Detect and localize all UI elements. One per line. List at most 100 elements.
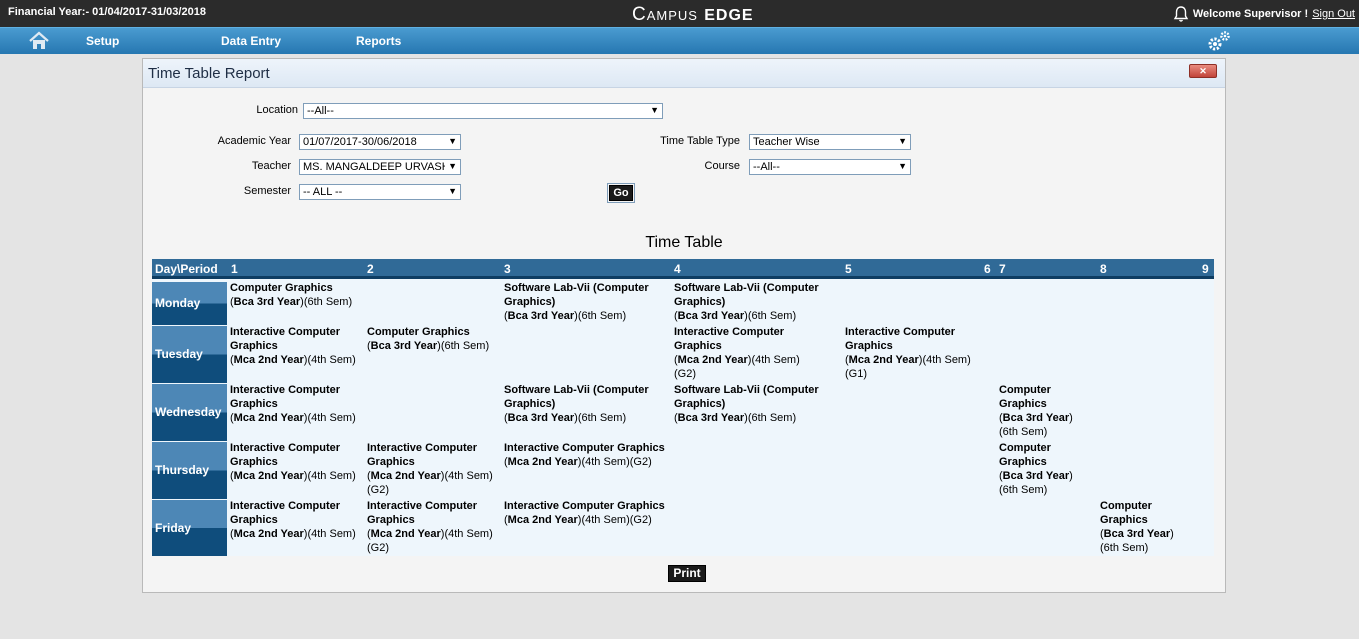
subject: Computer Graphics — [999, 442, 1051, 468]
semester: (4th Sem) — [444, 470, 493, 482]
academic-year-value: 01/07/2017-30/06/2018 — [303, 136, 417, 148]
time-table-body: Monday Tuesday Wednesday Thursday Friday… — [152, 279, 1214, 556]
home-icon[interactable] — [28, 31, 50, 51]
subject: Software Lab-Vii (Computer Graphics) — [504, 384, 649, 410]
dropdown-arrow-icon: ▼ — [448, 186, 457, 196]
subject: Interactive Computer Graphics — [845, 326, 956, 352]
semester: (6th Sem) — [440, 340, 490, 352]
time-table-type-value: Teacher Wise — [753, 136, 820, 148]
day-cell-thursday: Thursday — [152, 441, 227, 499]
dropdown-arrow-icon: ▼ — [448, 161, 457, 171]
subject: Interactive Computer Graphics — [367, 500, 478, 526]
semester: (4th Sem) — [751, 354, 800, 366]
class-year: Mca 2nd Year — [677, 354, 748, 366]
academic-year-select[interactable]: 01/07/2017-30/06/2018 ▼ — [299, 134, 461, 150]
close-icon: ✕ — [1199, 66, 1207, 76]
class-year: Bca 3rd Year — [677, 412, 745, 424]
class-year: Bca 3rd Year — [370, 340, 438, 352]
day-label: Thursday — [155, 463, 210, 477]
nav-reports[interactable]: Reports — [356, 34, 401, 48]
class-year: Bca 3rd Year — [1002, 470, 1070, 482]
header-period-1: 1 — [231, 262, 238, 276]
welcome-text: Welcome Supervisor ! — [1192, 8, 1309, 20]
day-label: Monday — [155, 296, 201, 310]
course-label: Course — [704, 160, 740, 172]
semester: (4th Sem) — [307, 354, 356, 366]
day-label: Tuesday — [155, 347, 203, 361]
semester: (4th Sem) — [444, 528, 493, 540]
subject: Software Lab-Vii (Computer Graphics) — [504, 282, 649, 308]
subject: Computer Graphics — [999, 384, 1051, 410]
location-select[interactable]: --All-- ▼ — [303, 103, 663, 119]
subject: Interactive Computer Graphics — [230, 326, 341, 352]
class-year: Bca 3rd Year — [233, 296, 301, 308]
class-entry: Interactive Computer Graphics (Mca 2nd Ye… — [230, 384, 356, 424]
semester: (6th Sem) — [577, 412, 627, 424]
time-table-report-panel: Time Table Report ✕ Location --All-- ▼ Ac… — [142, 58, 1226, 593]
subject: Interactive Computer Graphics — [504, 442, 665, 454]
print-button[interactable]: Print — [668, 565, 706, 582]
semester-value: -- ALL -- — [303, 186, 343, 198]
class-year: Mca 2nd Year — [507, 456, 578, 468]
header-period-3: 3 — [504, 262, 511, 276]
sign-out-link[interactable]: Sign Out — [1312, 8, 1355, 20]
settings-gear-icon[interactable] — [1207, 29, 1233, 53]
subject: Interactive Computer Graphics — [230, 500, 341, 526]
bell-icon[interactable] — [1173, 5, 1189, 23]
class-entry: Interactive Computer Graphics (Mca 2nd Ye… — [230, 326, 356, 366]
class-entry: Interactive Computer Graphics (Mca 2nd Ye… — [504, 500, 665, 526]
academic-year-label: Academic Year — [217, 135, 291, 147]
semester-label: Semester — [243, 185, 291, 197]
course-select[interactable]: --All-- ▼ — [749, 159, 911, 175]
subject: Software Lab-Vii (Computer Graphics) — [674, 282, 819, 308]
class-entry: Computer Graphics(Bca 3rd Year)(6th Sem) — [999, 384, 1073, 438]
go-button[interactable]: Go — [607, 183, 635, 203]
teacher-select[interactable]: MS. MANGALDEEP URVASHI ▼ — [299, 159, 461, 175]
subject: Interactive Computer Graphics — [230, 442, 341, 468]
class-entry: Computer Graphics(Bca 3rd Year)(6th Sem) — [999, 442, 1073, 496]
header-period-4: 4 — [674, 262, 681, 276]
nav-setup[interactable]: Setup — [86, 34, 119, 48]
class-entry: Interactive Computer Graphics (Mca 2nd Ye… — [230, 500, 356, 540]
class-year: Mca 2nd Year — [848, 354, 919, 366]
nav-data-entry[interactable]: Data Entry — [221, 34, 281, 48]
semester: (4th Sem) — [581, 456, 630, 468]
day-cell-wednesday: Wednesday — [152, 383, 227, 441]
class-year: Mca 2nd Year — [233, 470, 304, 482]
header-period-9: 9 — [1202, 262, 1209, 276]
class-year: Bca 3rd Year — [677, 310, 745, 322]
class-entry: Computer Graphics(Bca 3rd Year)(6th Sem) — [230, 282, 353, 308]
class-year: Mca 2nd Year — [370, 470, 441, 482]
time-table-type-select[interactable]: Teacher Wise ▼ — [749, 134, 911, 150]
semester: (4th Sem) — [922, 354, 971, 366]
class-year: Mca 2nd Year — [233, 412, 304, 424]
panel-title: Time Table Report — [148, 65, 270, 82]
time-table-header: Day\Period 1 2 3 4 5 6 7 8 9 — [152, 259, 1214, 279]
dropdown-arrow-icon: ▼ — [650, 105, 659, 115]
class-entry: Software Lab-Vii (Computer Graphics) (Bca… — [674, 282, 819, 322]
location-value: --All-- — [307, 105, 334, 117]
class-entry: Computer Graphics(Bca 3rd Year)(6th Sem) — [1100, 500, 1174, 554]
subject: Computer Graphics — [367, 326, 470, 338]
class-entry: Software Lab-Vii (Computer Graphics) (Bca… — [674, 384, 819, 424]
teacher-value: MS. MANGALDEEP URVASHI — [303, 161, 445, 173]
semester-select[interactable]: -- ALL -- ▼ — [299, 184, 461, 200]
header-period-5: 5 — [845, 262, 852, 276]
class-entry: Interactive Computer Graphics (Mca 2nd Ye… — [367, 500, 493, 554]
location-label: Location — [256, 104, 298, 116]
class-entry: Interactive Computer Graphics (Mca 2nd Ye… — [674, 326, 800, 380]
subject: Interactive Computer Graphics — [674, 326, 785, 352]
day-label: Wednesday — [155, 405, 222, 419]
class-entry: Interactive Computer Graphics (Mca 2nd Ye… — [845, 326, 971, 380]
subject: Interactive Computer Graphics — [230, 384, 341, 410]
close-button[interactable]: ✕ — [1189, 64, 1217, 78]
semester: (4th Sem) — [307, 470, 356, 482]
group: (G2) — [629, 456, 652, 468]
semester: (4th Sem) — [581, 514, 630, 526]
course-value: --All-- — [753, 161, 780, 173]
semester: (4th Sem) — [307, 528, 356, 540]
subject: Computer Graphics — [1100, 500, 1152, 526]
day-cell-monday: Monday — [152, 281, 227, 325]
logo-edge: EDGE — [704, 7, 754, 24]
class-year: Bca 3rd Year — [507, 310, 575, 322]
